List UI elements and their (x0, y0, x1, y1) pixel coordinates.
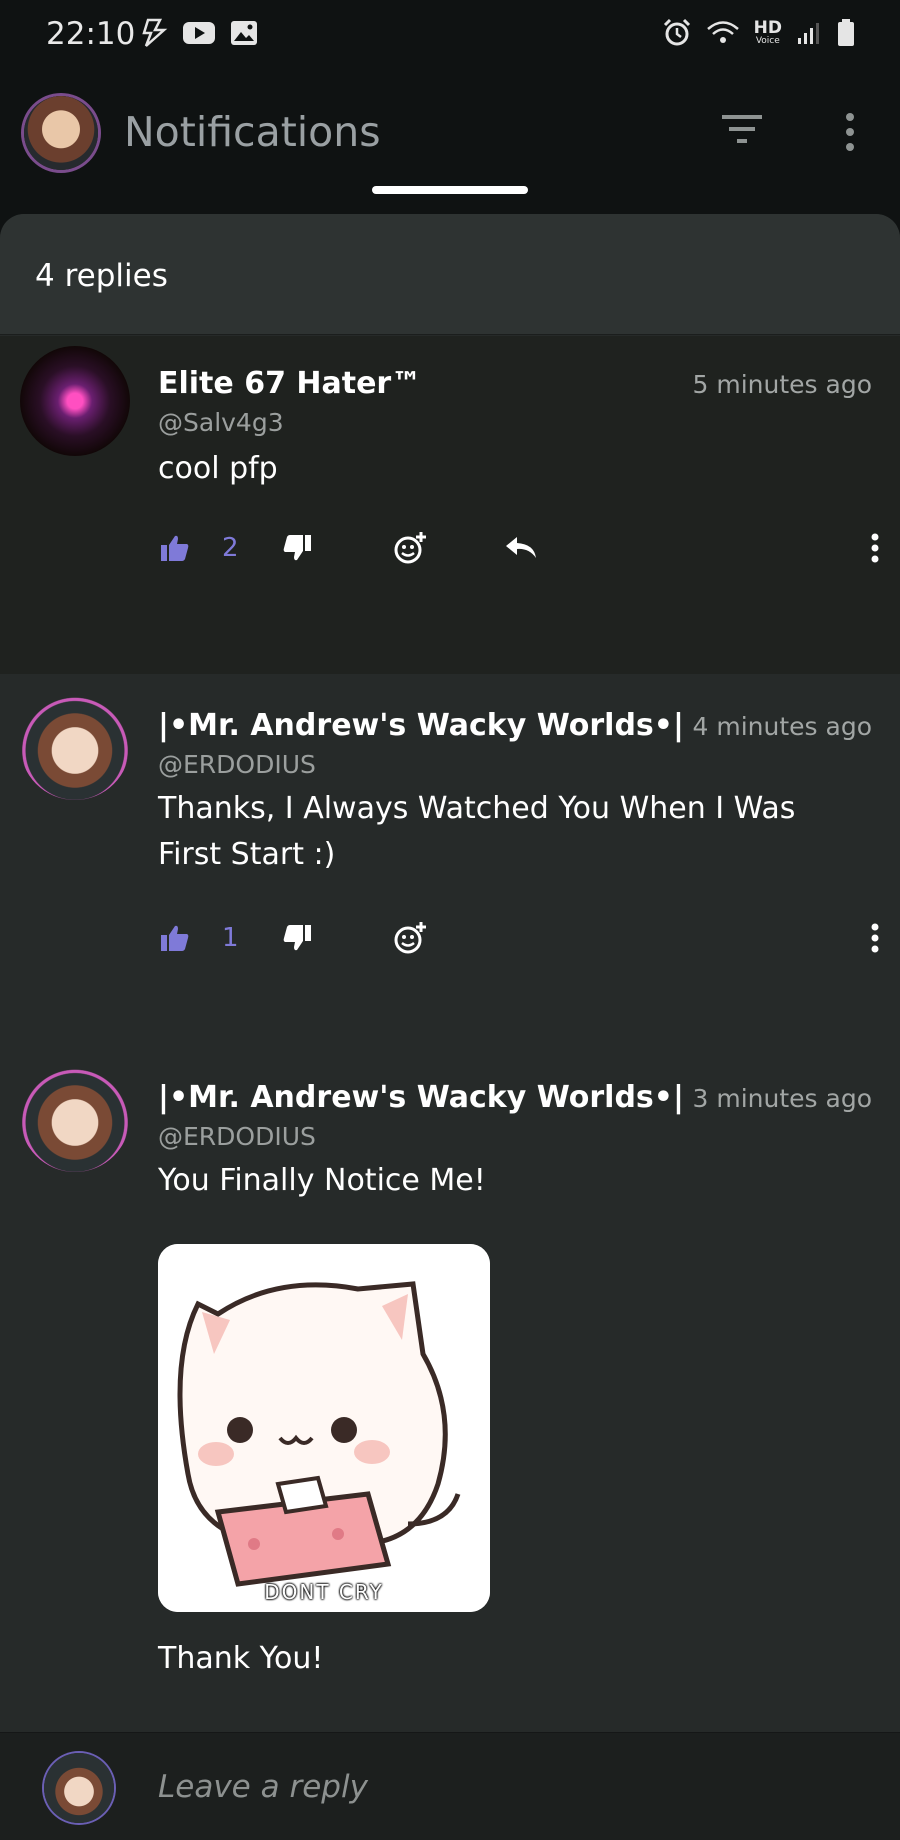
status-left-icons (140, 18, 258, 48)
hd-label: HD (753, 18, 782, 38)
comment-handle[interactable]: @ERDODIUS (158, 1122, 316, 1151)
filter-icon[interactable] (720, 112, 764, 146)
alarm-icon (663, 18, 690, 46)
comment-text: Thanks, I Always Watched You When I Was … (158, 791, 796, 872)
comment-text-after-sticker: Thank You! (158, 1641, 324, 1676)
like-count: 1 (222, 923, 239, 953)
dislike-icon[interactable] (282, 924, 312, 952)
comment-actions: 2 (160, 526, 880, 570)
like-icon[interactable] (160, 924, 190, 952)
comment-handle[interactable]: @Salv4g3 (158, 408, 284, 437)
flash-icon (142, 18, 168, 47)
replies-header: 4 replies (0, 214, 900, 335)
wifi-icon (706, 21, 739, 43)
crying-cat-sticker (158, 1244, 490, 1612)
like-icon[interactable] (160, 534, 190, 562)
comment-item: Elite 67 Hater™ 5 minutes ago @Salv4g3 c… (0, 336, 900, 674)
account-avatar[interactable] (24, 96, 98, 170)
add-reaction-icon[interactable] (392, 530, 428, 566)
avatar[interactable] (20, 1062, 130, 1172)
more-options-icon[interactable] (844, 112, 856, 152)
comment-time: 3 minutes ago (684, 1084, 872, 1113)
page-title: Notifications (124, 108, 381, 156)
signal-icon (798, 23, 819, 44)
dislike-icon[interactable] (282, 534, 312, 562)
add-reaction-icon[interactable] (392, 920, 428, 956)
comment-time: 5 minutes ago (684, 370, 872, 399)
comment-author[interactable]: |•Mr. Andrew's Wacky Worlds•|F (158, 708, 704, 743)
avatar[interactable] (20, 690, 130, 800)
comment-handle[interactable]: @ERDODIUS (158, 750, 316, 779)
status-bar: 22:10 HD Voice (0, 0, 900, 70)
status-time: 22:10 (46, 16, 136, 52)
comment-text: You Finally Notice Me! (158, 1163, 486, 1198)
comment-more-icon[interactable] (870, 923, 880, 953)
battery-icon (838, 19, 854, 46)
comment-author[interactable]: Elite 67 Hater™ (158, 366, 421, 401)
image-icon (231, 21, 257, 45)
my-avatar (44, 1753, 114, 1823)
reply-bar[interactable]: Leave a reply (0, 1732, 900, 1840)
replies-count: 4 replies (35, 258, 168, 294)
comment-author[interactable]: |•Mr. Andrew's Wacky Worlds•|F (158, 1080, 704, 1115)
youtube-icon (183, 22, 215, 44)
replies-sheet: 4 replies Elite 67 Hater™ 5 minutes ago … (0, 214, 900, 1839)
sticker-image[interactable]: DONT CRY (158, 1244, 490, 1612)
reply-icon[interactable] (504, 534, 538, 562)
comment-item: |•Mr. Andrew's Wacky Worlds•|F 3 minutes… (0, 1046, 900, 1732)
status-right-icons: HD Voice (662, 18, 856, 48)
comment-text: cool pfp (158, 451, 278, 486)
comment-item: |•Mr. Andrew's Wacky Worlds•|F 4 minutes… (0, 674, 900, 1046)
sticker-caption: DONT CRY (264, 1580, 384, 1604)
comment-time: 4 minutes ago (684, 712, 872, 741)
like-count: 2 (222, 533, 239, 563)
voice-label: Voice (755, 36, 780, 46)
hd-voice-icon: HD Voice (754, 20, 782, 46)
comment-more-icon[interactable] (870, 533, 880, 563)
reply-input[interactable]: Leave a reply (158, 1769, 368, 1805)
avatar[interactable] (20, 346, 130, 456)
sheet-drag-handle[interactable] (372, 186, 528, 194)
comment-actions: 1 (160, 916, 880, 960)
